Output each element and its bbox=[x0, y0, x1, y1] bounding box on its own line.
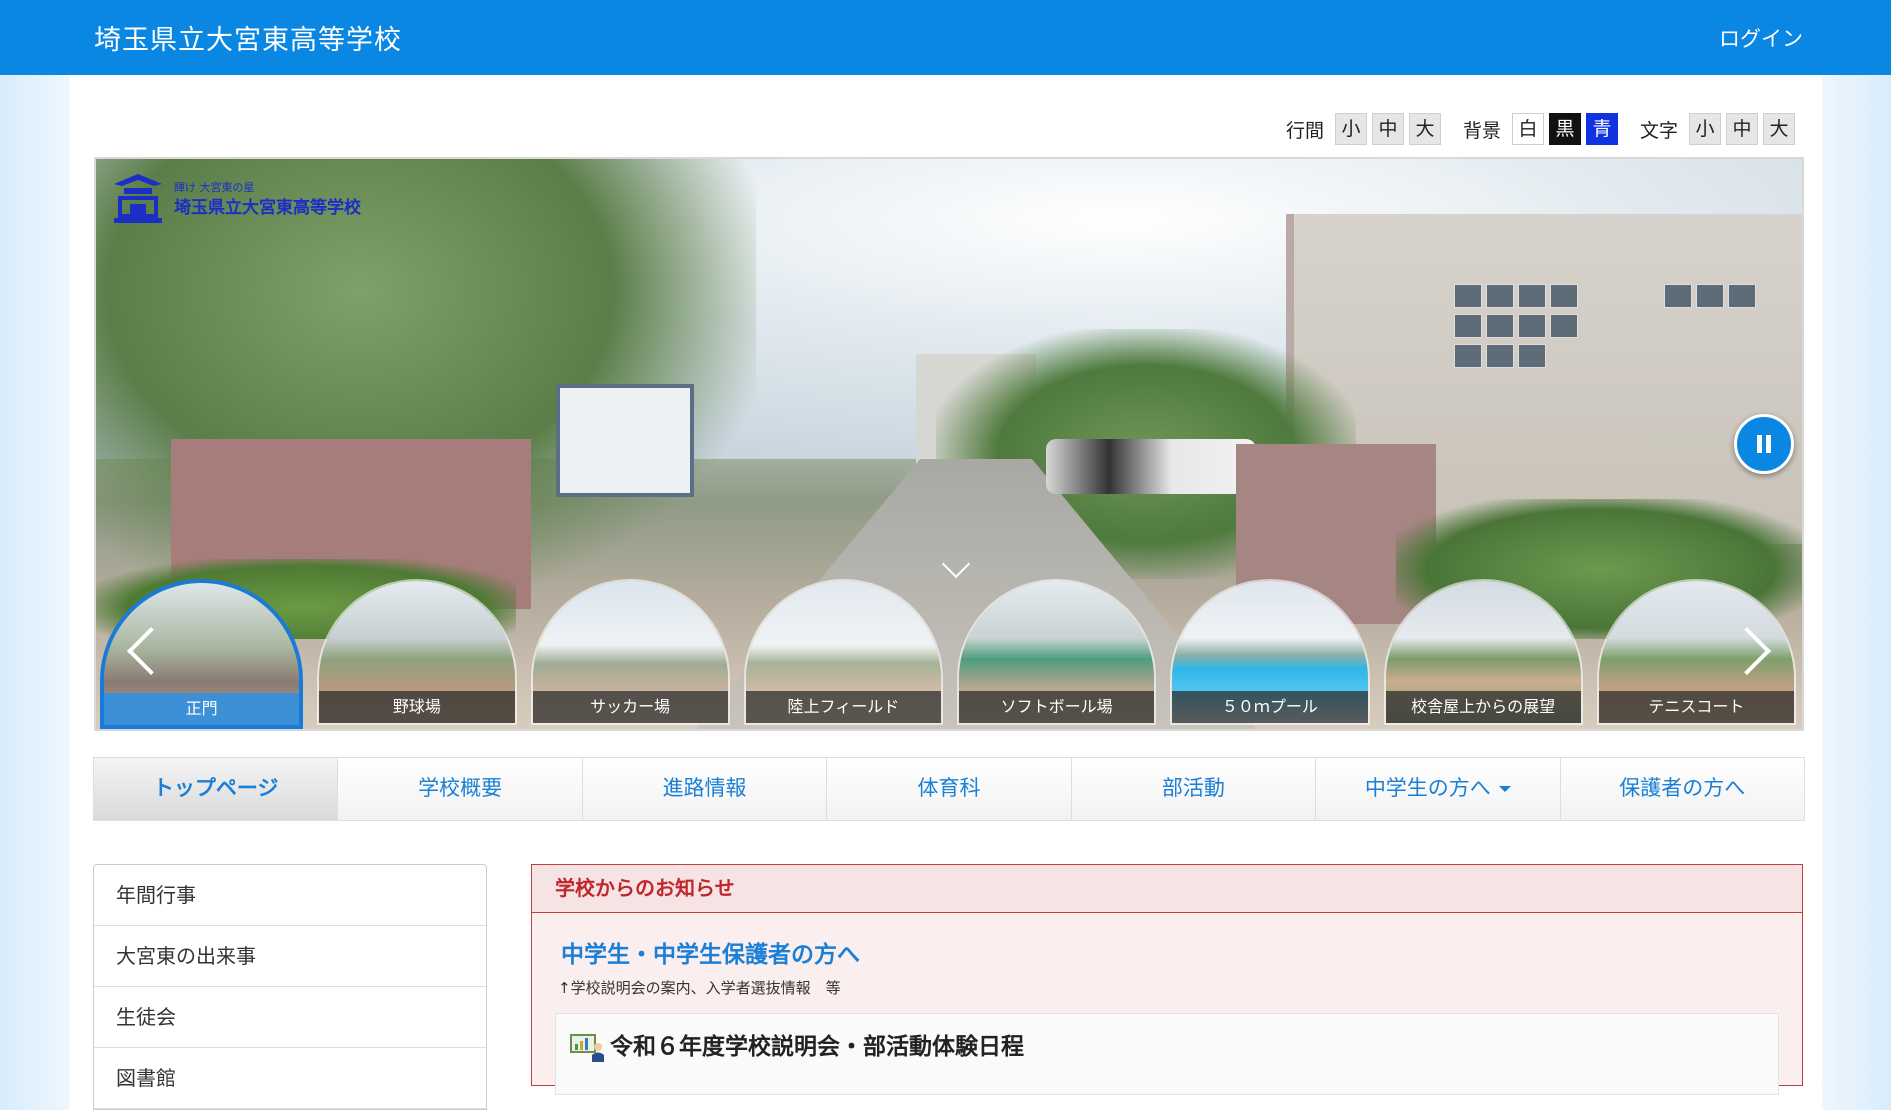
logo-text: 輝け 大宮東の星 埼玉県立大宮東高等学校 bbox=[174, 178, 361, 218]
header-bar: 埼玉県立大宮東高等学校 ログイン bbox=[0, 0, 1891, 75]
line-spacing-medium-button[interactable]: 中 bbox=[1371, 113, 1404, 145]
notices-body: 中学生・中学生保護者の方へ ↑学校説明会の案内、入学者選抜情報 等 令和６年度学… bbox=[532, 913, 1802, 1095]
nav-career-info[interactable]: 進路情報 bbox=[582, 758, 828, 820]
hero-panorama[interactable]: 輝け 大宮東の星 埼玉県立大宮東高等学校 正門 野球場 サッカー場 陸上フィール… bbox=[94, 157, 1804, 731]
thumbnail-label: 正門 bbox=[104, 693, 300, 725]
nav-top-page[interactable]: トップページ bbox=[94, 758, 339, 820]
nav-physical-education[interactable]: 体育科 bbox=[827, 758, 1072, 820]
thumbnail-label: 陸上フィールド bbox=[745, 691, 941, 723]
sidebar-item-school-news[interactable]: 大宮東の出来事 bbox=[94, 926, 486, 987]
line-spacing-large-button[interactable]: 大 bbox=[1408, 113, 1441, 145]
background-white-button[interactable]: 白 bbox=[1511, 113, 1544, 145]
thumbnail-baseball-field[interactable]: 野球場 bbox=[317, 579, 517, 725]
thumbnail-soccer-field[interactable]: サッカー場 bbox=[530, 579, 730, 725]
background-label: 背景 bbox=[1462, 119, 1501, 142]
site-title[interactable]: 埼玉県立大宮東高等学校 bbox=[94, 18, 402, 57]
thumbnail-label: ソフトボール場 bbox=[959, 691, 1155, 723]
pause-button[interactable] bbox=[1734, 414, 1794, 474]
presentation-icon bbox=[570, 1034, 604, 1062]
thumbnail-softball-field[interactable]: ソフトボール場 bbox=[957, 579, 1157, 725]
pause-icon bbox=[1757, 435, 1762, 453]
thumbnail-label: ５０ｍプール bbox=[1172, 691, 1368, 723]
main-navigation: トップページ 学校概要 進路情報 体育科 部活動 中学生の方へ 保護者の方へ bbox=[93, 757, 1805, 821]
info-session-card[interactable]: 令和６年度学校説明会・部活動体験日程 bbox=[555, 1013, 1779, 1095]
school-notices-panel: 学校からのお知らせ 中学生・中学生保護者の方へ ↑学校説明会の案内、入学者選抜情… bbox=[531, 864, 1803, 1095]
junior-high-heading[interactable]: 中学生・中学生保護者の方へ bbox=[561, 935, 860, 969]
notices-header: 学校からのお知らせ bbox=[532, 865, 1802, 913]
thumbnail-label: サッカー場 bbox=[532, 691, 728, 723]
thumbnail-pool[interactable]: ５０ｍプール bbox=[1170, 579, 1370, 725]
nav-for-junior-high[interactable]: 中学生の方へ bbox=[1316, 758, 1561, 820]
campus-map-board bbox=[556, 384, 694, 497]
text-size-large-button[interactable]: 大 bbox=[1763, 113, 1795, 145]
line-spacing-label: 行間 bbox=[1285, 119, 1324, 142]
sidebar-item-student-council[interactable]: 生徒会 bbox=[94, 987, 486, 1048]
logo-school-name: 埼玉県立大宮東高等学校 bbox=[174, 198, 361, 218]
info-session-title: 令和６年度学校説明会・部活動体験日程 bbox=[610, 1034, 1024, 1060]
thumbnail-label: テニスコート bbox=[1598, 691, 1794, 723]
sidebar-item-annual-events[interactable]: 年間行事 bbox=[94, 865, 486, 926]
sidebar-menu: 年間行事 大宮東の出来事 生徒会 図書館 bbox=[93, 864, 487, 1110]
nav-school-overview[interactable]: 学校概要 bbox=[338, 758, 583, 820]
junior-high-subtext: ↑学校説明会の案内、入学者選抜情報 等 bbox=[558, 979, 841, 997]
thumbnail-track-field[interactable]: 陸上フィールド bbox=[743, 579, 943, 725]
nav-club-activities[interactable]: 部活動 bbox=[1071, 758, 1317, 820]
thumbnail-label: 野球場 bbox=[319, 691, 515, 723]
pause-icon-bar bbox=[1766, 435, 1771, 453]
accessibility-controls: 行間 小 中 大 背景 白 黒 青 文字 小 中 大 bbox=[1264, 113, 1795, 145]
text-size-small-button[interactable]: 小 bbox=[1689, 113, 1721, 145]
background-blue-button[interactable]: 青 bbox=[1585, 113, 1618, 145]
background-black-button[interactable]: 黒 bbox=[1548, 113, 1581, 145]
line-spacing-small-button[interactable]: 小 bbox=[1334, 113, 1367, 145]
panorama-parked-cars bbox=[1046, 439, 1256, 494]
text-size-label: 文字 bbox=[1639, 119, 1678, 142]
school-logo: 輝け 大宮東の星 埼玉県立大宮東高等学校 bbox=[110, 167, 450, 229]
panorama-thumbnail-strip: 正門 野球場 サッカー場 陸上フィールド ソフトボール場 ５０ｍプール 校舎屋上… bbox=[100, 579, 1802, 729]
nav-for-parents[interactable]: 保護者の方へ bbox=[1560, 758, 1804, 820]
thumbnail-rooftop-view[interactable]: 校舎屋上からの展望 bbox=[1383, 579, 1583, 725]
thumbnail-label: 校舎屋上からの展望 bbox=[1385, 691, 1581, 723]
text-size-medium-button[interactable]: 中 bbox=[1726, 113, 1758, 145]
caret-down-icon bbox=[1498, 786, 1511, 792]
logo-subtitle: 輝け 大宮東の星 bbox=[174, 181, 255, 194]
login-link[interactable]: ログイン bbox=[1719, 23, 1803, 53]
nav-for-junior-high-label: 中学生の方へ bbox=[1364, 776, 1491, 800]
school-crest-icon bbox=[114, 174, 162, 223]
